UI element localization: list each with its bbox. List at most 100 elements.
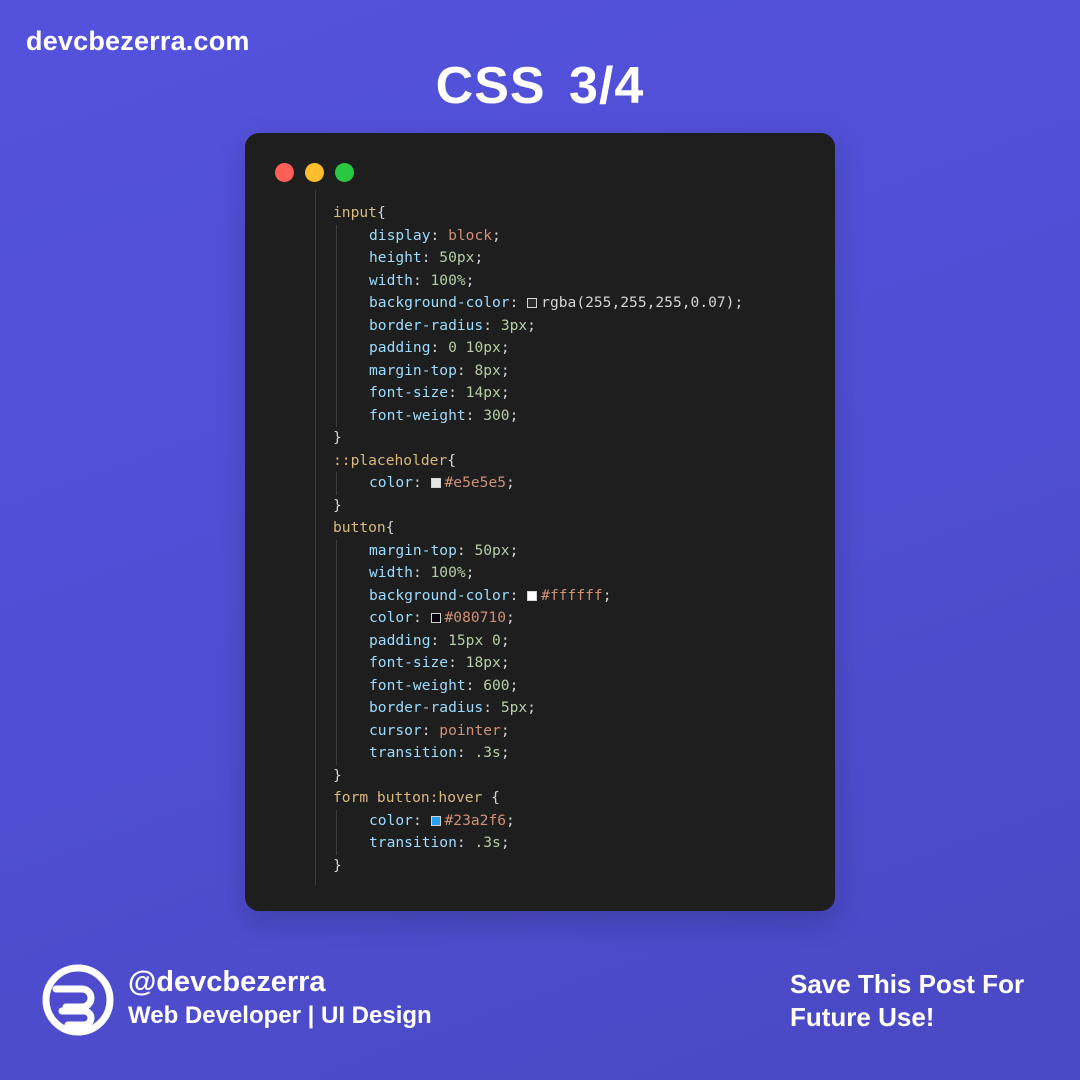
code-token: #080710 [444,609,507,626]
minimize-dot-icon[interactable] [305,163,324,182]
color-swatch-icon[interactable] [430,815,441,826]
code-token: transition [369,744,457,761]
code-token: 14px [465,384,501,401]
code-line: font-size: 18px; [369,652,510,674]
code-token: margin-top [369,361,457,379]
code-line: margin-top: 8px; [369,360,510,382]
code-token: : [421,721,440,739]
code-token: : [412,271,431,289]
code-token: font-weight [369,406,466,424]
code-line: display: block; [369,225,501,247]
code-token: : [465,406,484,424]
code-token: ; [500,834,510,851]
code-token: background-color [369,586,510,604]
code-line: color: #080710; [369,607,515,629]
code-token: color [369,811,413,829]
code-token: ; [500,339,510,356]
code-line: font-weight: 300; [369,405,518,427]
code-token: ; [500,631,510,649]
code-line: width: 100%; [369,562,474,584]
code-token: : [456,361,475,379]
code-token: 3px [500,316,528,334]
code-token: } [333,429,342,446]
code-line: transition: .3s; [369,832,510,854]
site-url: devcbezerra.com [26,26,250,56]
code-token: button [333,519,386,536]
code-token: { [385,519,395,536]
code-token: } [333,496,342,514]
code-token: : [430,226,449,244]
code-line: font-weight: 600; [369,675,518,697]
page-title: CSS 3/4 [435,57,645,115]
code-token: 5px [500,699,528,716]
color-swatch-icon[interactable] [527,590,538,601]
code-token: } [333,766,342,784]
code-token: : [456,834,475,851]
code-line: font-size: 14px; [369,382,510,404]
code-token: border-radius [369,316,484,334]
code-token: { [376,204,386,221]
code-token: ; [509,676,519,694]
code-token: { [482,789,500,806]
code-token: .3s [474,834,501,851]
code-token: color [369,609,413,626]
code-token: : [412,564,431,581]
color-swatch-icon[interactable] [527,298,538,308]
code-line: form button:hover { [333,787,500,809]
code-line: padding: 15px 0; [369,630,510,652]
code-line: color: #e5e5e5; [369,472,515,494]
code-token: transition [369,834,457,851]
code-token: #ffffff [541,586,603,604]
code-token: ; [474,249,484,266]
code-token: ; [492,226,501,244]
maximize-dot-icon[interactable] [335,163,354,182]
indent-guide [336,224,337,427]
code-token: form button:hover [333,789,483,806]
code-token: background-color [369,294,510,311]
code-token: ; [527,699,536,716]
code-line: } [333,427,342,449]
devcbezerra-logo-icon [42,964,114,1036]
code-token: 50px [439,249,475,266]
code-token: ; [465,271,475,289]
code-line: margin-top: 50px; [369,540,518,562]
code-token: : [465,676,484,694]
code-token: ; [500,744,510,761]
cta-line-2: Future Use! [790,1002,935,1032]
code-token: pointer [439,721,501,739]
code-token: ; [500,721,510,739]
code-token: : [448,384,466,401]
code-token: display [369,226,431,244]
code-line: height: 50px; [369,247,483,269]
code-token: ; [506,474,515,491]
code-token: height [369,249,422,266]
code-line: background-color: rgba(255,255,255,0.07)… [369,292,743,314]
code-token: color [369,474,413,491]
code-token: padding [369,339,431,356]
code-line: } [333,495,342,517]
code-token: width [369,271,413,289]
code-token: 0 10px [448,339,501,356]
code-block: input{display: block; height: 50px; width:… [315,190,835,885]
close-dot-icon[interactable] [275,163,294,182]
indent-guide [336,539,337,765]
save-post-cta: Save This Post For Future Use! [790,968,1070,1034]
code-token: ; [602,586,612,604]
code-token: : [421,249,440,266]
color-swatch-icon[interactable] [430,478,441,488]
code-token: .3s [474,744,501,761]
code-token: ; [527,316,536,334]
code-token: 100% [430,564,466,581]
code-line: border-radius: 3px; [369,315,536,337]
color-swatch-icon[interactable] [430,613,441,623]
code-token: #e5e5e5 [444,474,507,491]
code-line: ::placeholder{ [333,450,456,472]
code-token: rgba(255,255,255,0.07) [541,294,735,311]
code-token: : [412,609,431,626]
code-token: ; [500,361,510,379]
code-line: border-radius: 5px; [369,697,536,719]
code-token: : [509,586,528,604]
code-token: ; [509,406,519,424]
code-token: 15px 0 [448,631,501,649]
code-line: cursor: pointer; [369,720,510,742]
